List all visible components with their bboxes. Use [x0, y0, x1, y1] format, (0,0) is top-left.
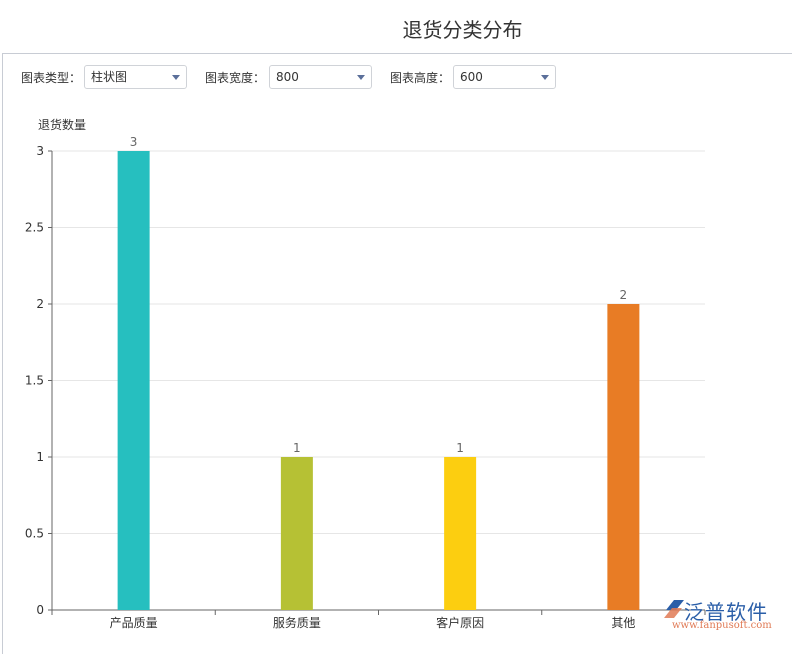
- y-tick-label: 3: [36, 144, 44, 158]
- data-label: 1: [456, 441, 464, 455]
- x-tick-label: 产品质量: [110, 616, 158, 630]
- bar-1: [117, 151, 150, 610]
- y-tick-label: 0.5: [25, 527, 44, 541]
- data-label: 2: [620, 288, 628, 302]
- y-tick-label: 2: [36, 297, 44, 311]
- x-tick-label: 其他: [611, 616, 635, 630]
- y-tick-label: 0: [36, 603, 44, 617]
- x-tick-label: 服务质量: [273, 615, 321, 630]
- data-label: 1: [293, 441, 301, 455]
- y-axis-label: 退货数量: [38, 117, 86, 132]
- y-tick-label: 2.5: [25, 221, 44, 235]
- data-label: 3: [130, 135, 138, 149]
- bar-4: [607, 304, 640, 610]
- x-tick-label: 客户原因: [436, 615, 484, 630]
- logo-icon: [664, 600, 684, 618]
- bar-chart: 退货数量 0 0.5 1 1.5 2 2.5 3 3 产品质量 1 服务质量 1 客户原因 2 其他: [25, 117, 706, 630]
- y-tick-label: 1: [36, 450, 44, 464]
- y-tick-label: 1.5: [25, 374, 44, 388]
- bar-2: [280, 457, 313, 610]
- bar-3: [444, 457, 477, 610]
- logo-url: www.fanpusoft.com: [672, 620, 772, 631]
